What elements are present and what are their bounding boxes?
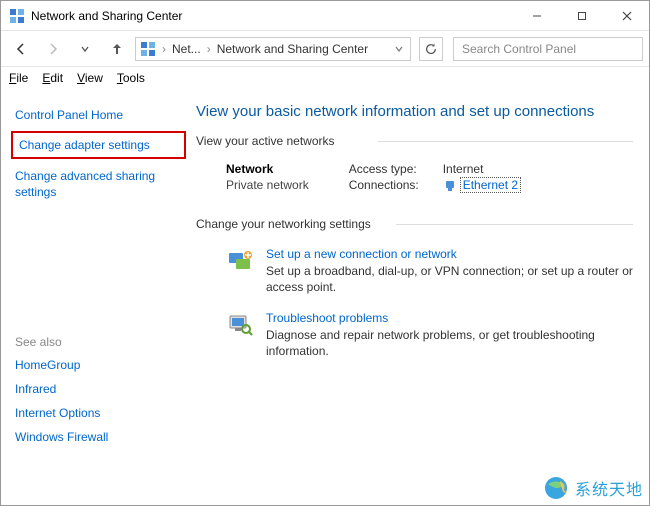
- troubleshoot-icon: [226, 311, 254, 339]
- refresh-button[interactable]: [419, 37, 443, 61]
- connections-label: Connections:: [349, 178, 429, 192]
- task-troubleshoot: Troubleshoot problems Diagnose and repai…: [196, 307, 633, 371]
- sidebar-infrared[interactable]: Infrared: [15, 377, 186, 401]
- window-icon: [9, 8, 25, 24]
- task-troubleshoot-link[interactable]: Troubleshoot problems: [266, 311, 633, 325]
- body: Control Panel Home Change adapter settin…: [1, 89, 649, 505]
- active-network-row: Network Private network Access type: Int…: [196, 158, 633, 209]
- forward-button[interactable]: [39, 35, 67, 63]
- recent-locations-dropdown[interactable]: [71, 35, 99, 63]
- close-button[interactable]: [604, 1, 649, 31]
- sidebar-control-panel-home[interactable]: Control Panel Home: [15, 103, 186, 127]
- address-icon: [140, 41, 156, 57]
- sidebar: Control Panel Home Change adapter settin…: [1, 89, 186, 505]
- chevron-right-icon: ›: [160, 42, 168, 56]
- minimize-button[interactable]: [514, 1, 559, 31]
- search-input[interactable]: [460, 41, 636, 57]
- page-title: View your basic network information and …: [196, 103, 633, 120]
- ethernet-icon: [443, 179, 457, 193]
- menu-file[interactable]: File: [9, 71, 28, 85]
- address-bar[interactable]: › Net... › Network and Sharing Center: [135, 37, 411, 61]
- menu-edit[interactable]: Edit: [42, 71, 63, 85]
- menu-view[interactable]: View: [77, 71, 103, 85]
- task-new-connection: Set up a new connection or network Set u…: [196, 243, 633, 307]
- see-also-label: See also: [15, 335, 186, 353]
- window-title: Network and Sharing Center: [31, 9, 182, 23]
- new-connection-icon: [226, 247, 254, 275]
- task-new-connection-link[interactable]: Set up a new connection or network: [266, 247, 633, 261]
- window-controls: [514, 1, 649, 31]
- connection-link[interactable]: Ethernet 2: [460, 177, 521, 193]
- sidebar-homegroup[interactable]: HomeGroup: [15, 353, 186, 377]
- network-name: Network: [226, 162, 309, 176]
- breadcrumb-segment[interactable]: Net...: [172, 42, 201, 56]
- task-new-connection-desc: Set up a broadband, dial-up, or VPN conn…: [266, 263, 633, 295]
- task-troubleshoot-desc: Diagnose and repair network problems, or…: [266, 327, 633, 359]
- search-box[interactable]: [453, 37, 643, 61]
- sidebar-change-advanced-sharing[interactable]: Change advanced sharing settings: [15, 165, 185, 204]
- network-type: Private network: [226, 178, 309, 192]
- access-type-value: Internet: [443, 162, 484, 176]
- access-type-label: Access type:: [349, 162, 429, 176]
- address-dropdown-icon[interactable]: [392, 44, 406, 54]
- sidebar-windows-firewall[interactable]: Windows Firewall: [15, 425, 186, 449]
- change-settings-label: Change your networking settings: [196, 217, 633, 231]
- menu-tools[interactable]: Tools: [117, 71, 145, 85]
- back-button[interactable]: [7, 35, 35, 63]
- chevron-right-icon: ›: [205, 42, 213, 56]
- titlebar: Network and Sharing Center: [1, 1, 649, 31]
- menubar: File Edit View Tools: [1, 67, 649, 89]
- sidebar-change-adapter-settings[interactable]: Change adapter settings: [11, 131, 186, 159]
- sidebar-internet-options[interactable]: Internet Options: [15, 401, 186, 425]
- toolbar: › Net... › Network and Sharing Center: [1, 31, 649, 67]
- up-button[interactable]: [103, 35, 131, 63]
- main: View your basic network information and …: [186, 89, 649, 505]
- active-networks-label: View your active networks: [196, 134, 633, 148]
- breadcrumb-segment[interactable]: Network and Sharing Center: [217, 42, 368, 56]
- maximize-button[interactable]: [559, 1, 604, 31]
